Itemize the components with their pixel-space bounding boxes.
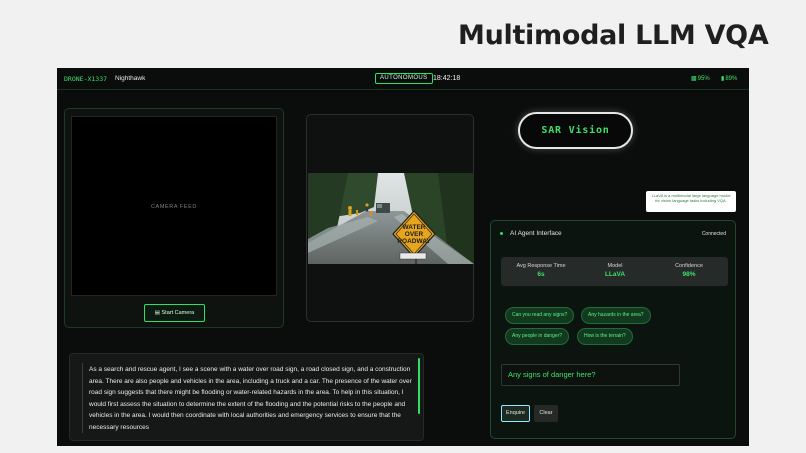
drone-id: DRONE-X1337 — [64, 75, 108, 83]
start-camera-label: Start Camera — [161, 310, 195, 316]
response-panel: As a search and rescue agent, I see a sc… — [69, 353, 424, 441]
battery-status: ▮89% — [721, 75, 737, 82]
connection-status: Connected — [701, 231, 726, 237]
suggestion-chip[interactable]: Any hazards in the area? — [581, 307, 651, 324]
top-status-bar: DRONE-X1337 Nighthawk AUTONOMOUS 18:42:1… — [57, 68, 749, 90]
suggestion-chip[interactable]: How is the terrain? — [577, 328, 633, 345]
slide-title: Multimodal LLM VQA — [458, 20, 769, 51]
signal-icon: ▩ — [691, 76, 697, 82]
status-dot-icon — [500, 232, 503, 235]
ai-agent-panel: AI Agent Interface Connected Avg Respons… — [490, 220, 736, 439]
image-panel: WATER OVER ROADWAY — [306, 114, 474, 322]
signal-value: 95% — [697, 76, 710, 82]
response-border — [82, 363, 83, 433]
camera-feed-label: CAMERA FEED — [150, 204, 198, 210]
metric-confidence: Confidence 98% — [651, 263, 727, 278]
sar-vision-label: SAR Vision — [541, 125, 610, 136]
response-scrollbar[interactable] — [418, 358, 420, 414]
metric-model: Model LLaVA — [577, 263, 653, 278]
camera-feed: CAMERA FEED — [71, 116, 277, 296]
metric-response-time: Avg Response Time 6s — [503, 263, 579, 278]
metric-label: Avg Response Time — [516, 263, 566, 269]
signal-status: ▩95% — [691, 75, 710, 82]
sign-line-1: WATER — [403, 224, 426, 231]
clear-button[interactable]: Clear — [534, 405, 558, 422]
drone-name: Nighthawk — [115, 75, 146, 82]
metric-value: LLaVA — [604, 271, 626, 278]
suggestion-chip[interactable]: Can you read any signs? — [505, 307, 575, 324]
clock: 18:42:18 — [433, 75, 461, 82]
start-camera-button[interactable]: ▤ Start Camera — [144, 304, 205, 322]
drone-dashboard: DRONE-X1337 Nighthawk AUTONOMOUS 18:42:1… — [57, 68, 749, 446]
suggestion-chip[interactable]: Any people in danger? — [505, 328, 570, 345]
metrics-bar: Avg Response Time 6s Model LLaVA Confide… — [501, 257, 728, 286]
response-text: As a search and rescue agent, I see a sc… — [89, 366, 412, 431]
scene-photo: WATER OVER ROADWAY — [308, 173, 474, 264]
metric-label: Model — [607, 263, 623, 269]
battery-value: 89% — [725, 76, 738, 82]
query-input[interactable]: Any signs of danger here? — [501, 364, 680, 386]
sign-line-2: OVER — [405, 231, 424, 238]
model-tooltip: LLaVA is a multimodal large language mod… — [646, 191, 736, 212]
camera-icon: ▤ — [154, 310, 160, 316]
enquire-button[interactable]: Enquire — [501, 405, 530, 422]
sign-line-3: ROADWAY — [397, 238, 431, 245]
metric-label: Confidence — [675, 263, 703, 269]
camera-panel: CAMERA FEED ▤ Start Camera — [64, 108, 284, 328]
agent-title: AI Agent Interface — [510, 230, 562, 237]
metric-value: 98% — [682, 271, 696, 278]
metric-value: 6s — [537, 271, 545, 278]
sar-vision-logo: SAR Vision — [518, 112, 633, 149]
battery-icon: ▮ — [721, 76, 725, 82]
mode-badge: AUTONOMOUS — [375, 73, 433, 84]
